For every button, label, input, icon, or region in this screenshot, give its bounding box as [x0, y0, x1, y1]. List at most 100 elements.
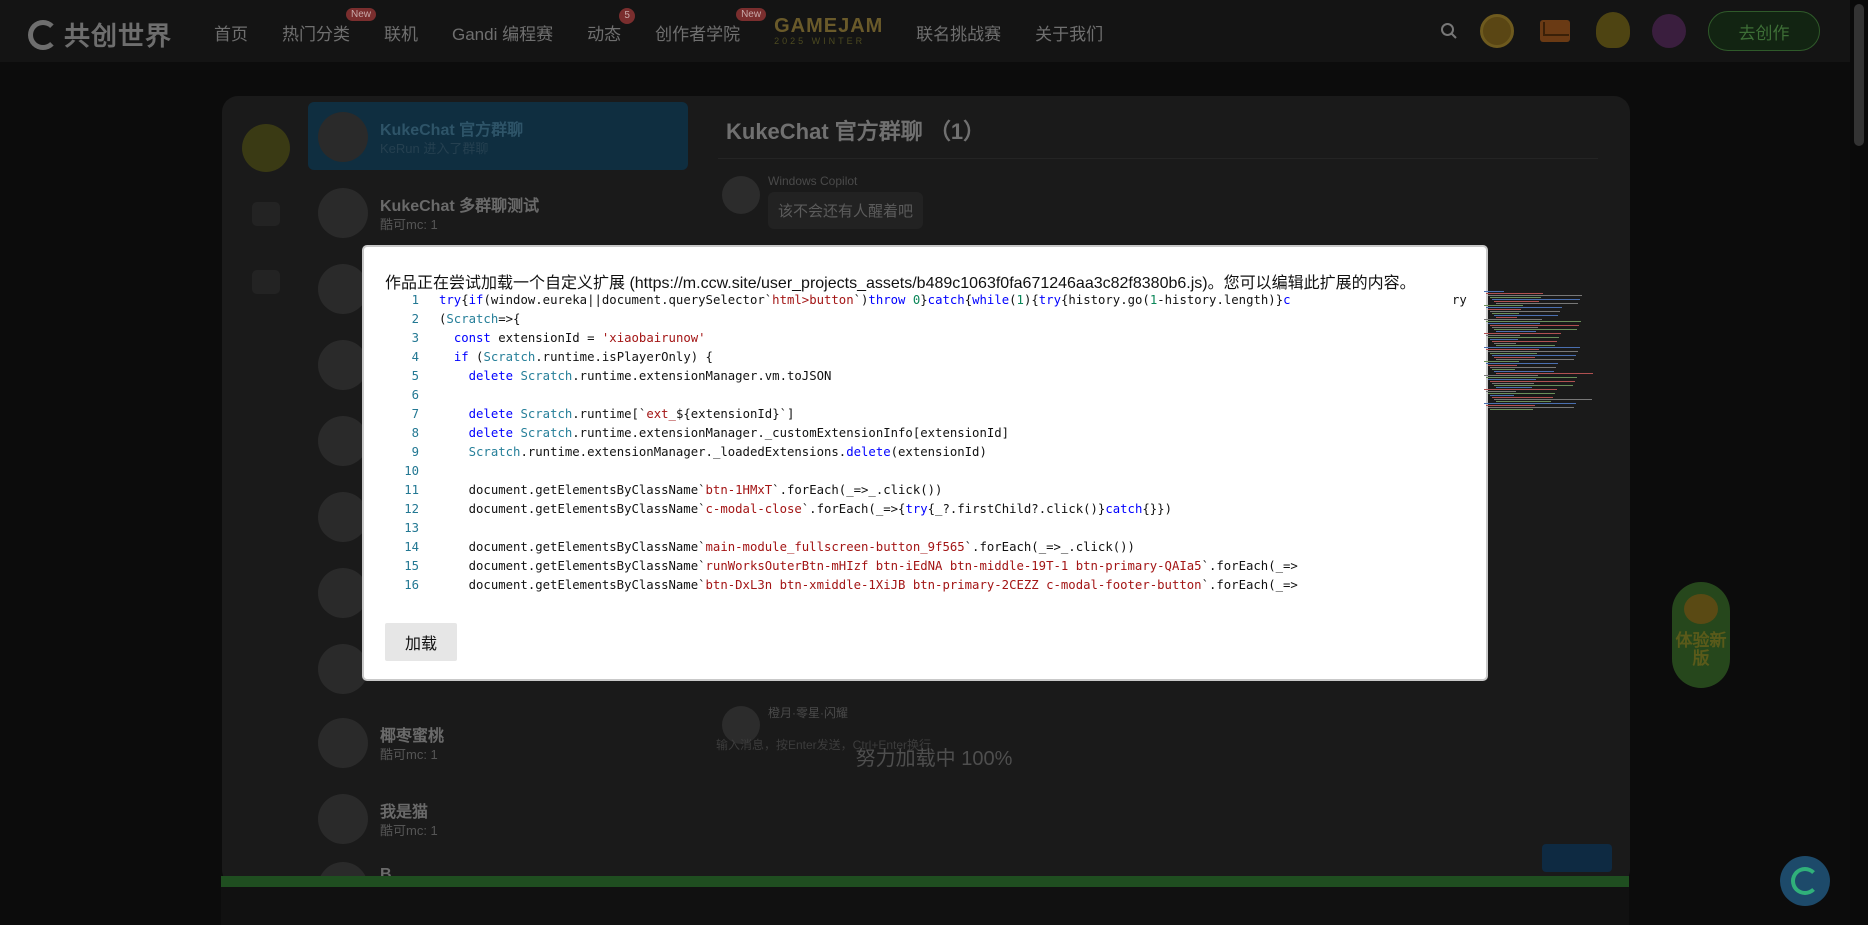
minimap-line — [1488, 379, 1536, 380]
code-line[interactable]: 14 document.getElementsByClassName`main-… — [385, 538, 1325, 557]
line-number: 2 — [411, 312, 419, 326]
send-button[interactable] — [1542, 844, 1612, 872]
minimap-line — [1490, 409, 1533, 410]
minimap-overflow-text: ry — [1452, 293, 1467, 307]
minimap-line — [1490, 339, 1518, 340]
nav-item-challenge[interactable]: 联名挑战赛 — [916, 20, 1001, 45]
rail-avatar[interactable] — [242, 124, 290, 172]
line-number: 11 — [404, 483, 419, 497]
conversation-avatar — [318, 568, 368, 618]
conversation-avatar — [318, 264, 368, 314]
code-text: (Scratch=>{ — [439, 312, 521, 326]
code-line[interactable]: 4 if (Scratch.runtime.isPlayerOnly) { — [385, 348, 1325, 367]
minimap-line — [1486, 391, 1516, 392]
message-author: Windows Copilot — [768, 174, 858, 188]
minimap-line — [1486, 363, 1558, 364]
code-line[interactable]: 8 delete Scratch.runtime.extensionManage… — [385, 424, 1325, 443]
minimap-line — [1488, 309, 1521, 310]
chat-title: KukeChat 官方群聊 （1） — [726, 119, 986, 144]
site-logo[interactable]: 共创世界 — [28, 16, 172, 53]
minimap-line — [1484, 375, 1538, 376]
minimap-line — [1496, 359, 1574, 360]
nav-item-academy[interactable]: 创作者学院 New — [655, 8, 767, 45]
line-number: 12 — [404, 502, 419, 516]
code-line[interactable]: 12 document.getElementsByClassName`c-mod… — [385, 500, 1325, 519]
nav-item-about[interactable]: 关于我们 — [1035, 20, 1103, 45]
user-avatar[interactable] — [1652, 14, 1686, 48]
minimap-line — [1488, 351, 1578, 352]
minimap-line — [1484, 347, 1580, 348]
code-editor[interactable]: 1 try{if(window.eureka||document.querySel… — [385, 291, 1475, 593]
assistant-button[interactable] — [1780, 856, 1830, 906]
nav-item-online[interactable]: 联机 — [384, 20, 418, 45]
gamejam-logo[interactable]: GAMEJAM 2025 WINTER — [774, 16, 882, 46]
code-line[interactable]: 5 delete Scratch.runtime.extensionManage… — [385, 367, 1325, 386]
code-line[interactable]: 10 — [385, 462, 1325, 481]
line-number: 14 — [404, 540, 419, 554]
line-number: 1 — [411, 293, 419, 307]
line-number: 10 — [404, 464, 419, 478]
minimap-line — [1484, 319, 1542, 320]
line-number: 3 — [411, 331, 419, 345]
code-text: document.getElementsByClassName`btn-1HMx… — [439, 483, 943, 497]
code-line[interactable]: 7 delete Scratch.runtime[`ext_${extensio… — [385, 405, 1325, 424]
code-minimap[interactable] — [1484, 291, 1593, 411]
minimap-line — [1496, 387, 1532, 388]
minimap-line — [1486, 335, 1520, 336]
minimap-line — [1492, 327, 1538, 328]
minimap-line — [1490, 311, 1560, 312]
mail-icon[interactable] — [1540, 20, 1570, 42]
minimap-line — [1488, 323, 1540, 324]
nav-item-home[interactable]: 首页 — [214, 20, 248, 45]
minimap-line — [1486, 377, 1577, 378]
conversation-item[interactable]: KukeChat 多群聊测试 酷可mc: 1 — [308, 178, 688, 246]
new-badge: New — [345, 8, 376, 21]
message-bubble: 该不会还有人醒着吧 — [768, 192, 924, 229]
minimap-line — [1496, 345, 1555, 346]
minimap-line — [1492, 341, 1557, 342]
page-scrollbar[interactable] — [1850, 0, 1868, 925]
conversation-item[interactable]: 我是猫 酷可mc: 1 — [308, 784, 688, 852]
code-line[interactable]: 16 document.getElementsByClassName`btn-D… — [385, 576, 1325, 593]
nav-item-hot[interactable]: 热门分类 New — [282, 8, 376, 45]
conversation-item[interactable]: KukeChat 官方群聊 KeRun 进入了群聊 — [308, 102, 688, 170]
contacts-icon[interactable] — [252, 270, 280, 294]
conversation-avatar — [318, 340, 368, 390]
minimap-line — [1486, 293, 1543, 294]
try-new-version-badge[interactable]: 体验新版 — [1672, 582, 1730, 688]
line-number: 5 — [411, 369, 419, 383]
code-line[interactable]: 13 — [385, 519, 1325, 538]
load-button[interactable]: 加载 — [385, 623, 457, 661]
search-icon[interactable] — [1440, 22, 1458, 40]
nav-item-gandi[interactable]: Gandi 编程赛 — [452, 20, 553, 45]
minimap-line — [1494, 315, 1558, 316]
minimap-line — [1494, 357, 1535, 358]
divider — [718, 158, 1598, 159]
count-badge: 5 — [619, 8, 636, 24]
code-line[interactable]: 15 document.getElementsByClassName`runWo… — [385, 557, 1325, 576]
code-line[interactable]: 2 (Scratch=>{ — [385, 310, 1325, 329]
minimap-line — [1492, 383, 1534, 384]
coin-icon[interactable] — [1480, 14, 1514, 48]
minimap-line — [1492, 299, 1580, 300]
message-avatar[interactable] — [722, 176, 760, 214]
create-button[interactable]: 去创作 — [1708, 11, 1820, 51]
minimap-line — [1496, 331, 1536, 332]
minimap-line — [1488, 337, 1559, 338]
code-line[interactable]: 11 document.getElementsByClassName`btn-1… — [385, 481, 1325, 500]
code-text: const extensionId = 'xiaobairunow' — [453, 331, 706, 345]
new-badge: New — [736, 8, 767, 21]
logo-text: 共创世界 — [64, 21, 173, 51]
scrollbar-thumb[interactable] — [1854, 4, 1864, 146]
nav-item-feed[interactable]: 动态 5 — [587, 8, 636, 45]
minimap-line — [1492, 313, 1519, 314]
code-text: document.getElementsByClassName`main-mod… — [439, 540, 1135, 554]
conversation-avatar — [318, 188, 368, 238]
code-line[interactable]: 3 const extensionId = 'xiaobairunow' — [385, 329, 1325, 348]
glasses-icon[interactable] — [1596, 12, 1630, 48]
code-line[interactable]: 6 — [385, 386, 1325, 405]
code-line[interactable]: 1 try{if(window.eureka||document.querySel… — [385, 291, 1325, 310]
code-line[interactable]: 9 Scratch.runtime.extensionManager._load… — [385, 443, 1325, 462]
chat-icon[interactable] — [252, 202, 280, 226]
message-author: 橙月·零星·闪耀 — [768, 706, 848, 720]
